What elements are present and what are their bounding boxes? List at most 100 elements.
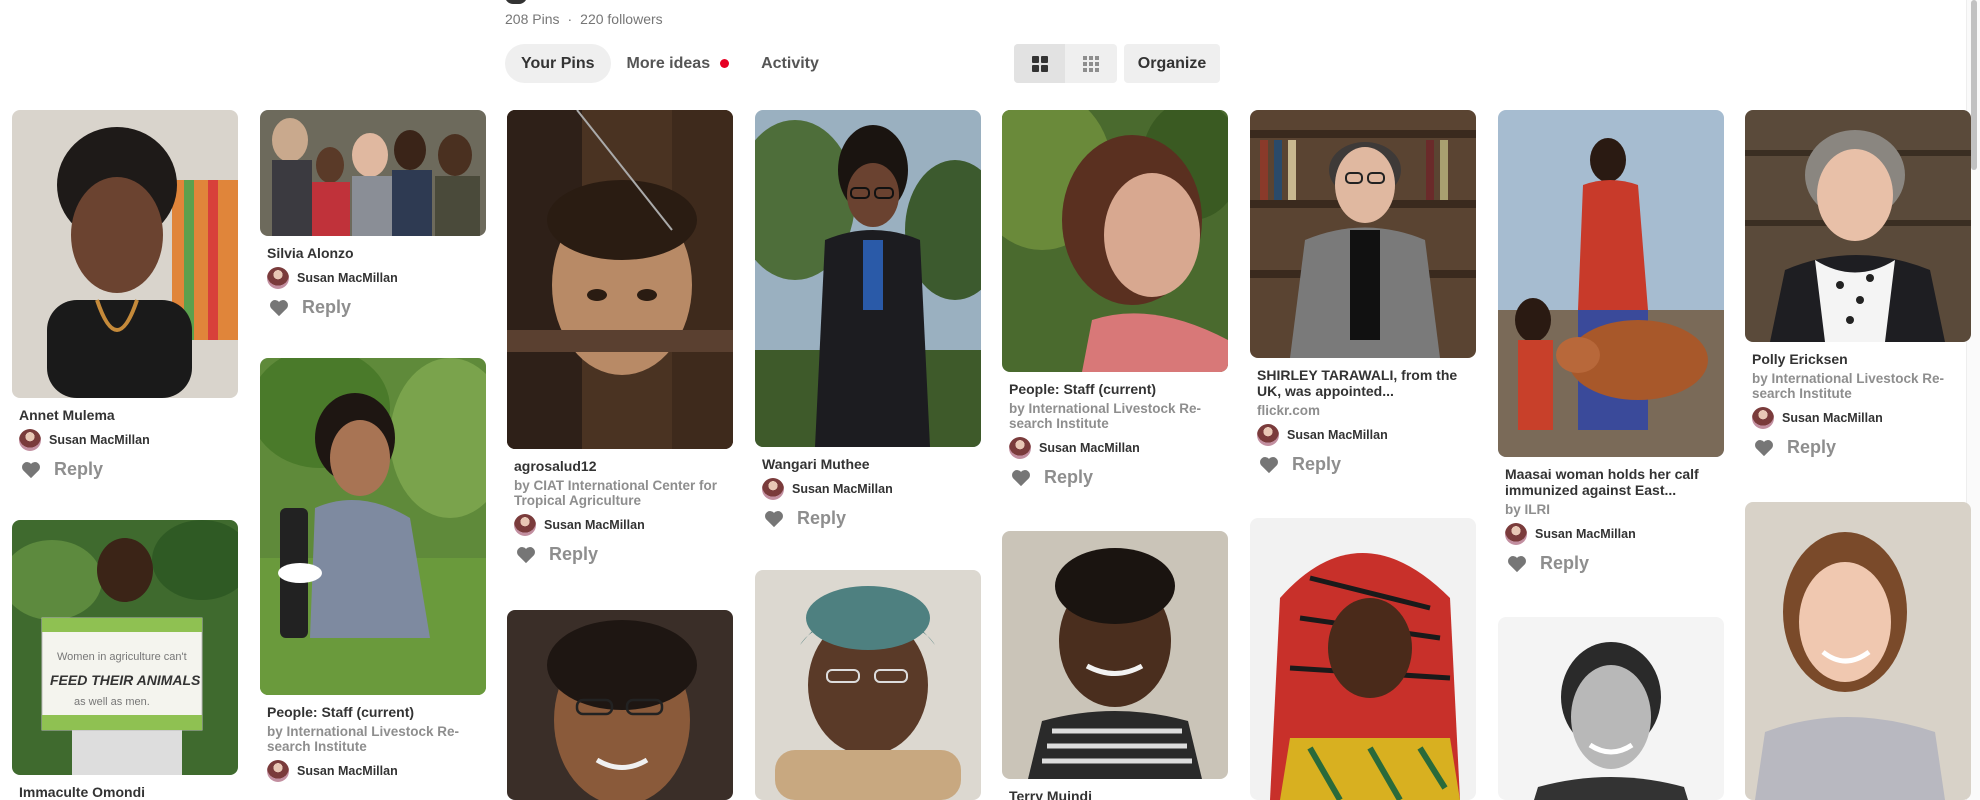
pin-title: Annet Mulema [19,407,115,423]
pin-card[interactable]: People: Staff (current) by International… [260,358,486,782]
user-name[interactable]: Susan MacMillan [1782,411,1883,425]
tab-your-pins[interactable]: Your Pins [505,44,611,83]
user-name[interactable]: Susan MacMillan [297,271,398,285]
pin-title: Maasai woman holds her calf immunized ag… [1505,466,1699,498]
pin-actions: Reply [1754,437,1964,458]
reply-button[interactable]: Reply [302,297,351,318]
pin-user[interactable]: Susan MacMillan [267,267,479,289]
reply-button[interactable]: Reply [1292,454,1341,475]
pin-card[interactable]: Women in agriculture can't FEED THEIR ANI… [12,520,238,800]
pin-card[interactable]: People: Staff (current) by International… [1002,110,1228,488]
pin-image[interactable]: Women in agriculture can't FEED THEIR ANI… [12,520,238,775]
avatar[interactable] [514,514,536,536]
pin-user[interactable]: Susan MacMillan [1257,424,1469,446]
tab-more-ideas[interactable]: More ideas [611,44,746,83]
organize-button[interactable]: Organize [1124,44,1220,83]
avatar[interactable] [1257,424,1279,446]
heart-icon[interactable] [1259,456,1279,474]
reply-button[interactable]: Reply [1540,553,1589,574]
pin-image[interactable] [260,110,486,236]
reply-button[interactable]: Reply [797,508,846,529]
avatar[interactable] [1752,407,1774,429]
user-name[interactable]: Susan MacMillan [1535,527,1636,541]
pin-card[interactable] [1498,617,1724,800]
pin-card[interactable] [755,570,981,800]
pin-title: Terry Muindi [1009,788,1092,800]
reply-button[interactable]: Reply [54,459,103,480]
heart-icon[interactable] [764,510,784,528]
pin-card[interactable] [1745,502,1971,800]
reply-button[interactable]: Reply [549,544,598,565]
heart-icon[interactable] [1754,439,1774,457]
pin-image[interactable] [507,610,733,800]
avatar[interactable] [19,429,41,451]
heart-icon[interactable] [1011,469,1031,487]
avatar[interactable] [1009,437,1031,459]
pin-image[interactable] [1002,110,1228,372]
pin-image[interactable] [1745,110,1971,342]
pin-user[interactable]: Susan MacMillan [19,429,231,451]
heart-icon[interactable] [516,546,536,564]
pin-title: Immaculte Omondi [19,784,146,800]
followers-count[interactable]: 220 followers [580,11,663,27]
pin-user[interactable]: Susan MacMillan [1752,407,1964,429]
avatar[interactable] [267,267,289,289]
pin-card[interactable]: SHIRLEY TARAWALI, from the UK, was appoi… [1250,110,1476,475]
tab-activity[interactable]: Activity [745,44,835,83]
pin-image[interactable] [1250,110,1476,358]
pin-image[interactable] [1002,531,1228,779]
pin-image[interactable] [1745,502,1971,800]
pin-user[interactable]: Susan MacMillan [1505,523,1717,545]
user-name[interactable]: Susan MacMillan [297,764,398,778]
user-name[interactable]: Susan MacMillan [792,482,893,496]
reply-button[interactable]: Reply [1787,437,1836,458]
pin-actions: Reply [1011,467,1221,488]
avatar[interactable] [1505,523,1527,545]
pin-card[interactable]: Maasai woman holds her calf immunized ag… [1498,110,1724,574]
reply-button[interactable]: Reply [1044,467,1093,488]
pin-subtitle: by CIAT International Center for Tropica… [514,478,718,508]
pin-image[interactable] [755,570,981,800]
board-tabs: Your Pins More ideas Activity [505,44,835,83]
grid-large-button[interactable] [1014,44,1065,83]
tab-label: Your Pins [521,55,595,72]
pin-card[interactable]: Annet Mulema Susan MacMillan Reply [12,110,238,480]
stats-separator: · [567,11,573,27]
pin-image[interactable] [12,110,238,398]
pin-image[interactable] [260,358,486,695]
pin-image[interactable] [755,110,981,447]
board-stats: 208 Pins · 220 followers [505,11,663,27]
pin-actions: Reply [516,544,726,565]
pin-image[interactable] [507,110,733,449]
heart-icon[interactable] [1507,555,1527,573]
avatar[interactable] [762,478,784,500]
pin-title: People: Staff (current) [267,704,415,720]
heart-icon[interactable] [21,461,41,479]
scrollbar-thumb[interactable] [1971,0,1977,170]
pin-card[interactable]: Terry Muindi [1002,531,1228,800]
user-name[interactable]: Susan MacMillan [1287,428,1388,442]
pin-user[interactable]: Susan MacMillan [1009,437,1221,459]
pin-image[interactable] [1498,617,1724,800]
grid-small-icon [1082,55,1099,72]
user-name[interactable]: Susan MacMillan [49,433,150,447]
pin-image[interactable] [1250,518,1476,800]
pin-card[interactable]: Wangari Muthee Susan MacMillan Reply [755,110,981,529]
sign-line-3: as well as men. [74,696,150,708]
heart-icon[interactable] [269,299,289,317]
avatar[interactable] [267,760,289,782]
pin-user[interactable]: Susan MacMillan [267,760,479,782]
grid-small-button[interactable] [1065,44,1116,83]
user-name[interactable]: Susan MacMillan [544,518,645,532]
pin-card[interactable]: agrosalud12 by CIAT International Center… [507,110,733,565]
user-name[interactable]: Susan MacMillan [1039,441,1140,455]
pin-image[interactable] [1498,110,1724,457]
pin-card[interactable] [507,610,733,800]
pin-card[interactable]: Polly Ericksen by International Livestoc… [1745,110,1971,458]
pin-user[interactable]: Susan MacMillan [762,478,974,500]
pin-title: agrosalud12 [514,458,597,474]
pin-user[interactable]: Susan MacMillan [514,514,726,536]
pin-subtitle[interactable]: flickr.com [1257,403,1469,418]
pin-card[interactable]: Silvia Alonzo Susan MacMillan Reply [260,110,486,318]
pin-card[interactable] [1250,518,1476,800]
